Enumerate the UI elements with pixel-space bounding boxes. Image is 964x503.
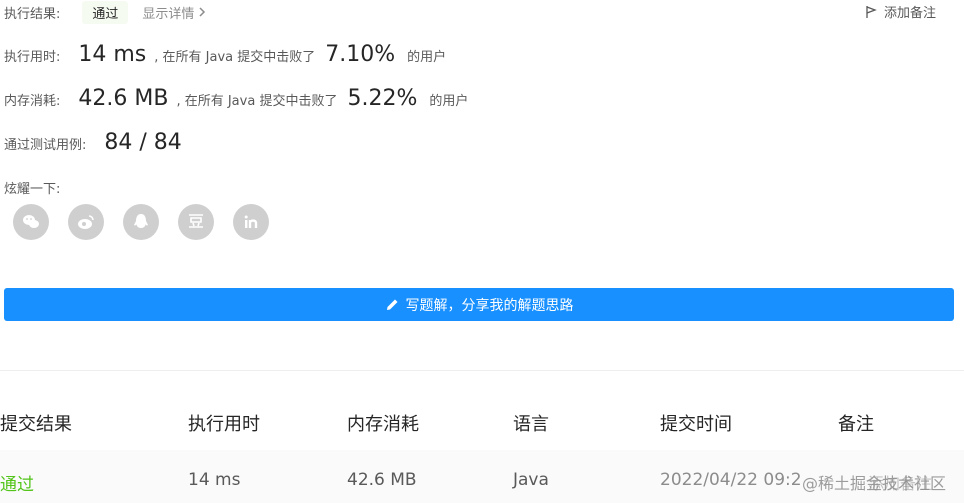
table-row[interactable]: 通过 14 ms 42.6 MB Java 2022/04/22 09:2 @稀… [0, 450, 964, 503]
testcases-label: 通过测试用例: [4, 138, 87, 153]
write-solution-button[interactable]: 写题解，分享我的解题思路 [4, 288, 954, 321]
memory-label: 内存消耗: [4, 94, 61, 109]
runtime-row: 执行用时: 14 ms , 在所有 Java 提交中击败了 7.10% 的用户 [4, 42, 446, 67]
runtime-label: 执行用时: [4, 50, 61, 65]
show-details-label: 显示详情 [142, 6, 195, 22]
memory-percent: 5.22% [347, 86, 418, 111]
testcases-value: 84 / 84 [104, 130, 182, 155]
header-note: 备注 [838, 414, 874, 435]
testcases-row: 通过测试用例: 84 / 84 [4, 130, 182, 155]
header-submit-time: 提交时间 [660, 414, 732, 435]
row-add-note[interactable]: 添加备注 [868, 470, 932, 494]
runtime-mid-text: , 在所有 Java 提交中击败了 [154, 50, 316, 65]
divider [0, 370, 964, 371]
runtime-percent: 7.10% [325, 42, 396, 67]
linkedin-icon[interactable] [233, 204, 269, 240]
chevron-right-icon [199, 7, 206, 17]
share-icons [13, 204, 269, 240]
memory-suffix: 的用户 [429, 94, 469, 109]
memory-row: 内存消耗: 42.6 MB , 在所有 Java 提交中击败了 5.22% 的用… [4, 86, 468, 111]
memory-value: 42.6 MB [78, 86, 169, 111]
row-result[interactable]: 通过 [0, 470, 34, 495]
wechat-icon[interactable] [13, 204, 49, 240]
flag-icon [866, 5, 877, 18]
weibo-icon[interactable] [68, 204, 104, 240]
memory-mid-text: , 在所有 Java 提交中击败了 [176, 94, 338, 109]
add-note-label: 添加备注 [883, 6, 936, 21]
row-runtime: 14 ms [188, 470, 241, 490]
header-language: 语言 [513, 414, 549, 435]
qq-icon[interactable] [123, 204, 159, 240]
result-row: 执行结果: 通过 显示详情 [4, 0, 206, 24]
result-label: 执行结果: [4, 6, 61, 22]
add-note-button[interactable]: 添加备注 [864, 2, 936, 21]
pencil-icon [386, 299, 397, 310]
row-memory: 42.6 MB [347, 470, 417, 490]
douban-icon[interactable] [178, 204, 214, 240]
header-runtime: 执行用时 [188, 414, 260, 435]
runtime-value: 14 ms [78, 42, 147, 67]
header-memory: 内存消耗 [347, 414, 419, 435]
runtime-suffix: 的用户 [407, 50, 447, 65]
write-solution-label: 写题解，分享我的解题思路 [405, 297, 574, 314]
row-submit-time: 2022/04/22 09:2 [660, 470, 802, 490]
status-badge: 通过 [82, 0, 129, 24]
header-result: 提交结果 [0, 414, 72, 435]
row-language: Java [513, 470, 549, 490]
show-details-link[interactable]: 显示详情 [142, 3, 206, 22]
share-label: 炫耀一下: [4, 182, 61, 197]
submissions-table-header: 提交结果 执行用时 内存消耗 语言 提交时间 备注 [0, 392, 964, 450]
